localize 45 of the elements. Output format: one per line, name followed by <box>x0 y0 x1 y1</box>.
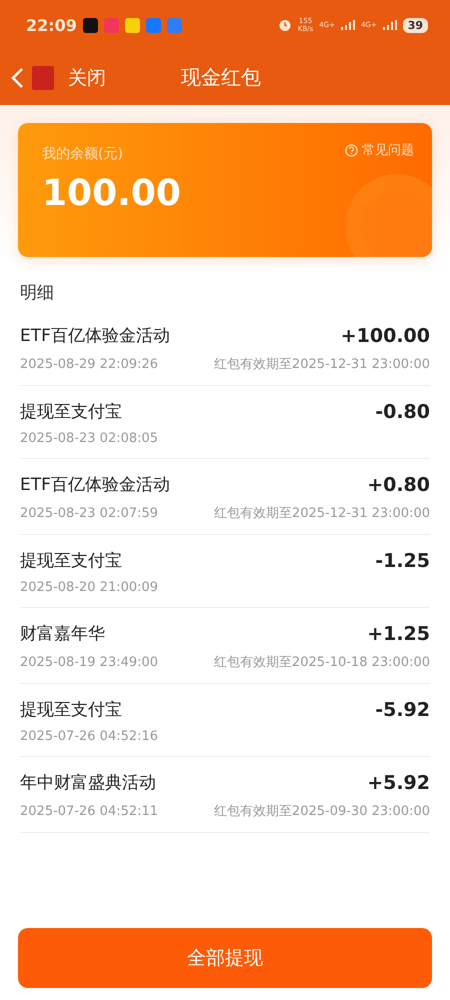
app-icon <box>104 18 119 32</box>
withdraw-all-button[interactable]: 全部提现 <box>18 928 432 988</box>
record-time: 2025-08-20 21:00:09 <box>20 580 158 595</box>
record-title: 财富嘉年华 <box>20 623 105 645</box>
record-amount: +1.25 <box>367 622 430 644</box>
app-icon <box>146 18 161 32</box>
alarm-icon <box>278 18 292 32</box>
page-title: 现金红包 <box>181 64 261 91</box>
status-time: 22:09 <box>26 16 77 34</box>
signal-icon <box>340 20 355 30</box>
record-amount: +5.92 <box>367 772 430 794</box>
record-time: 2025-08-19 23:49:00 <box>20 654 158 670</box>
battery-level: 39 <box>402 18 428 32</box>
faq-label[interactable]: 常见问题 <box>362 141 414 159</box>
record-amount: +100.00 <box>340 324 430 346</box>
record-time: 2025-08-29 22:09:26 <box>20 356 158 372</box>
balance-amount: 100.00 <box>42 173 182 214</box>
record-title: 提现至支付宝 <box>20 699 122 721</box>
record-title: 年中财富盛典活动 <box>20 772 156 794</box>
record-title: 提现至支付宝 <box>20 401 122 423</box>
app-icon <box>166 18 182 32</box>
app-icon <box>124 18 140 32</box>
record-amount: -1.25 <box>375 550 430 572</box>
expiry-note: 红包有效期至2025-12-31 23:00:00 <box>214 356 430 373</box>
expiry-note: 红包有效期至2025-12-31 23:00:00 <box>214 505 430 522</box>
expiry-note: 红包有效期至2025-10-18 23:00:00 <box>214 654 430 671</box>
record-amount: -5.92 <box>375 698 430 720</box>
record-amount: +0.80 <box>367 474 430 496</box>
record-title: ETF百亿体验金活动 <box>20 474 170 496</box>
record-title: 提现至支付宝 <box>20 550 122 572</box>
balance-label: 我的余额(元) <box>42 145 123 163</box>
help-icon <box>345 144 358 156</box>
expiry-note: 红包有效期至2025-09-30 23:00:00 <box>214 803 430 820</box>
record-amount: -0.80 <box>375 400 430 422</box>
faq-link[interactable]: 常见问题 <box>345 141 414 159</box>
record-time: 2025-07-26 04:52:16 <box>20 729 158 744</box>
section-heading: 明细 <box>19 282 55 305</box>
record-title: ETF百亿体验金活动 <box>20 325 170 347</box>
close-link[interactable]: 关闭 <box>68 64 106 90</box>
signal-icon <box>382 20 397 30</box>
app-icon <box>82 18 98 32</box>
back-icon[interactable] <box>10 66 24 88</box>
record-time: 2025-08-23 02:08:05 <box>20 431 158 446</box>
record-time: 2025-08-23 02:07:59 <box>20 506 158 520</box>
record-time: 2025-07-26 04:52:11 <box>20 804 158 818</box>
